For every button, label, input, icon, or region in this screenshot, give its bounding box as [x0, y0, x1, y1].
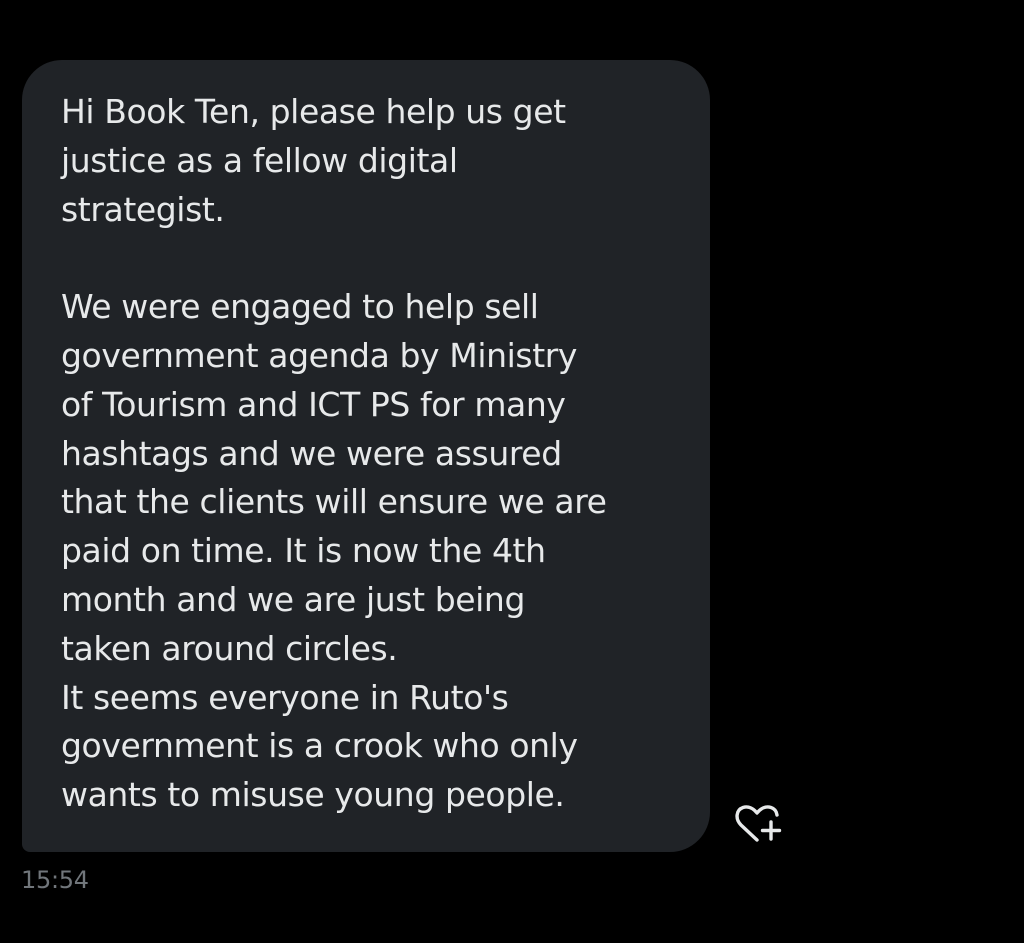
- message-timestamp: 15:54: [21, 866, 89, 894]
- heart-plus-icon: [733, 801, 785, 849]
- react-button[interactable]: [733, 801, 785, 849]
- message-text: Hi Book Ten, please help us get justice …: [61, 92, 607, 815]
- message-bubble[interactable]: Hi Book Ten, please help us get justice …: [22, 60, 710, 852]
- conversation-view: Hi Book Ten, please help us get justice …: [0, 0, 1024, 943]
